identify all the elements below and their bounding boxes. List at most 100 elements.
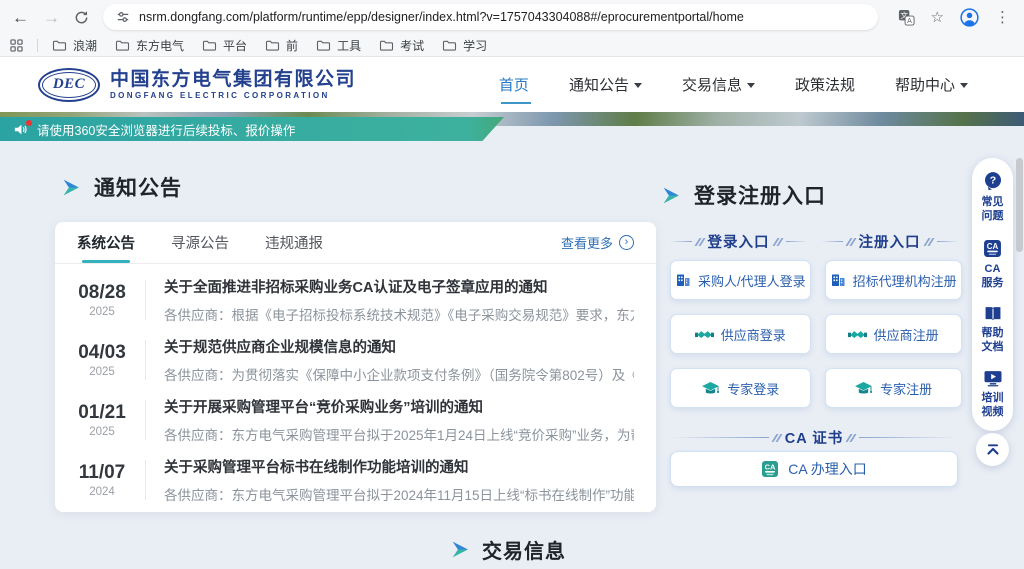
notice-date-day: 08/28 [69,282,135,304]
notice-summary: 各供应商：东方电气采购管理平台拟于2024年11月15日上线“标书在线制作”功能… [164,484,634,504]
browser-notice-banner: 请使用360安全浏览器进行后续投标、报价操作 [0,117,468,141]
sidebar-item-label: 帮助文档 [980,326,1006,355]
scrollbar-thumb[interactable] [1016,158,1023,252]
company-name-en: DONGFANG ELECTRIC CORPORATION [110,91,356,100]
tune-icon[interactable] [116,10,130,24]
sidebar-item-faq[interactable]: ? 常见问题 [980,171,1006,224]
company-logo[interactable]: DEC 中国东方电气集团有限公司 DONGFANG ELECTRIC CORPO… [38,68,356,102]
button-label: 招标代理机构注册 [853,271,957,290]
notice-row[interactable]: 01/21 2025 关于开展采购管理平台“竞价采购业务”培训的通知 各供应商：… [55,390,656,450]
svg-text:CA: CA [987,242,999,251]
bookmark-folder[interactable]: 平台 [202,37,247,54]
collapse-top-icon [985,442,1001,458]
notice-row[interactable]: 04/03 2025 关于规范供应商企业规模信息的通知 各供应商：为贯彻落实《保… [55,330,656,390]
notice-date-day: 01/21 [69,402,135,424]
register-entry-header: 注册入口 [821,231,958,252]
view-more-link[interactable]: 查看更多 › [561,222,634,263]
login-register-buttons: 采购人/代理人登录 招标代理机构注册 供应商登录 供应商注册 [670,260,958,408]
sidebar-item-ca-service[interactable]: CA CA服务 [980,239,1006,291]
bid-agency-register-button[interactable]: 招标代理机构注册 [825,260,962,300]
toolbar-actions: 文 A ☆ ⋮ [898,8,1012,27]
graduation-cap-icon [854,381,873,396]
notice-date: 01/21 2025 [69,402,135,438]
svg-text:CA: CA [765,463,776,472]
address-bar[interactable]: nsrm.dongfang.com/platform/runtime/epp/d… [103,4,878,30]
bookmark-folder[interactable]: 东方电气 [115,37,184,54]
video-screen-icon [983,370,1003,387]
banner-tail-decoration [468,117,504,141]
bookmark-star-icon[interactable]: ☆ [931,8,944,26]
bookmark-folder[interactable]: 浪潮 [52,37,97,54]
notice-row[interactable]: 11/07 2024 关于采购管理平台标书在线制作功能培训的通知 各供应商：东方… [55,450,656,510]
notice-title[interactable]: 关于规范供应商企业规模信息的通知 [164,336,634,357]
building-icon [675,272,691,288]
bookmark-folder[interactable]: 工具 [316,37,361,54]
buyer-agent-login-button[interactable]: 采购人/代理人登录 [670,260,811,300]
notice-title[interactable]: 关于采购管理平台标书在线制作功能培训的通知 [164,456,634,477]
tab-label: 系统公告 [77,232,135,253]
nav-item-help-center[interactable]: 帮助中心 [895,68,968,101]
bookmark-folder[interactable]: 前 [265,37,298,54]
back-icon[interactable]: ← [12,9,29,26]
notices-tabs: 系统公告 寻源公告 违规通报 查看更多 › [55,222,656,264]
tab-system-notices[interactable]: 系统公告 [77,222,135,263]
site-header: DEC 中国东方电气集团有限公司 DONGFANG ELECTRIC CORPO… [0,57,1024,112]
notice-row[interactable]: 08/28 2025 关于全面推进非招标采购业务CA认证及电子签章应用的通知 各… [55,270,656,330]
forward-icon[interactable]: → [43,9,60,26]
tab-label: 寻源公告 [171,232,229,253]
notice-title[interactable]: 关于全面推进非招标采购业务CA认证及电子签章应用的通知 [164,276,634,297]
notice-date-year: 2025 [69,426,135,438]
nav-item-home[interactable]: 首页 [499,68,529,101]
graduation-cap-icon [701,381,720,396]
handshake-icon [848,327,867,341]
refresh-icon[interactable] [74,10,89,25]
notices-section-title: 通知公告 [94,172,182,202]
back-to-top-button[interactable] [976,433,1009,466]
nav-label: 政策法规 [795,74,855,95]
nav-label: 帮助中心 [895,74,955,95]
chevron-right-circle-icon: › [619,235,634,250]
trade-section-header: 交易信息 [451,535,566,564]
notice-date-year: 2025 [69,306,135,318]
menu-kebab-icon[interactable]: ⋮ [995,8,1010,26]
bookmark-folder[interactable]: 学习 [442,37,487,54]
expert-register-button[interactable]: 专家注册 [825,368,962,408]
nav-label: 通知公告 [569,74,629,95]
sidebar-item-training-videos[interactable]: 培训视频 [980,370,1006,420]
svg-text:A: A [907,17,912,25]
speaker-icon [14,123,28,136]
company-name-cn: 中国东方电气集团有限公司 [110,69,356,91]
nav-item-trade-info[interactable]: 交易信息 [682,68,755,101]
supplier-login-button[interactable]: 供应商登录 [670,314,811,354]
profile-avatar-icon[interactable] [960,8,979,27]
tab-violation-reports[interactable]: 违规通报 [265,222,323,263]
expert-login-button[interactable]: 专家登录 [670,368,811,408]
ca-button-label: CA 办理入口 [788,459,867,479]
chevron-down-icon [960,83,968,88]
main-nav: 首页 通知公告 交易信息 政策法规 帮助中心 [499,68,968,101]
logo-text: DEC [53,76,85,93]
apps-grid-icon[interactable] [10,39,23,52]
notice-date: 11/07 2024 [69,462,135,498]
url-text[interactable]: nsrm.dongfang.com/platform/runtime/epp/d… [139,10,744,24]
notice-summary: 各供应商：根据《电子招标投标系统技术规范》《电子采购交易规范》要求，东方电气采购… [164,304,634,324]
bookmark-label: 平台 [223,37,247,54]
svg-text:?: ? [989,175,995,187]
button-label: 采购人/代理人登录 [698,271,806,290]
tab-sourcing-notices[interactable]: 寻源公告 [171,222,229,263]
nav-label: 首页 [499,74,529,95]
nav-label: 交易信息 [682,74,742,95]
section-arrow-icon [451,540,470,559]
button-label: 专家注册 [880,379,932,398]
sidebar-item-help-docs[interactable]: 帮助文档 [980,305,1006,355]
supplier-register-button[interactable]: 供应商注册 [825,314,962,354]
notices-card: 系统公告 寻源公告 违规通报 查看更多 › 08/28 2025 关于全面推进非… [55,222,656,512]
translate-icon[interactable]: 文 A [898,9,915,26]
notice-title[interactable]: 关于开展采购管理平台“竞价采购业务”培训的通知 [164,396,634,417]
nav-item-policies[interactable]: 政策法规 [795,68,855,101]
building-icon [830,272,846,288]
divider [37,39,38,52]
ca-apply-button[interactable]: CA CA 办理入口 [670,451,958,487]
nav-item-notices[interactable]: 通知公告 [569,68,642,101]
bookmark-folder[interactable]: 考试 [379,37,424,54]
